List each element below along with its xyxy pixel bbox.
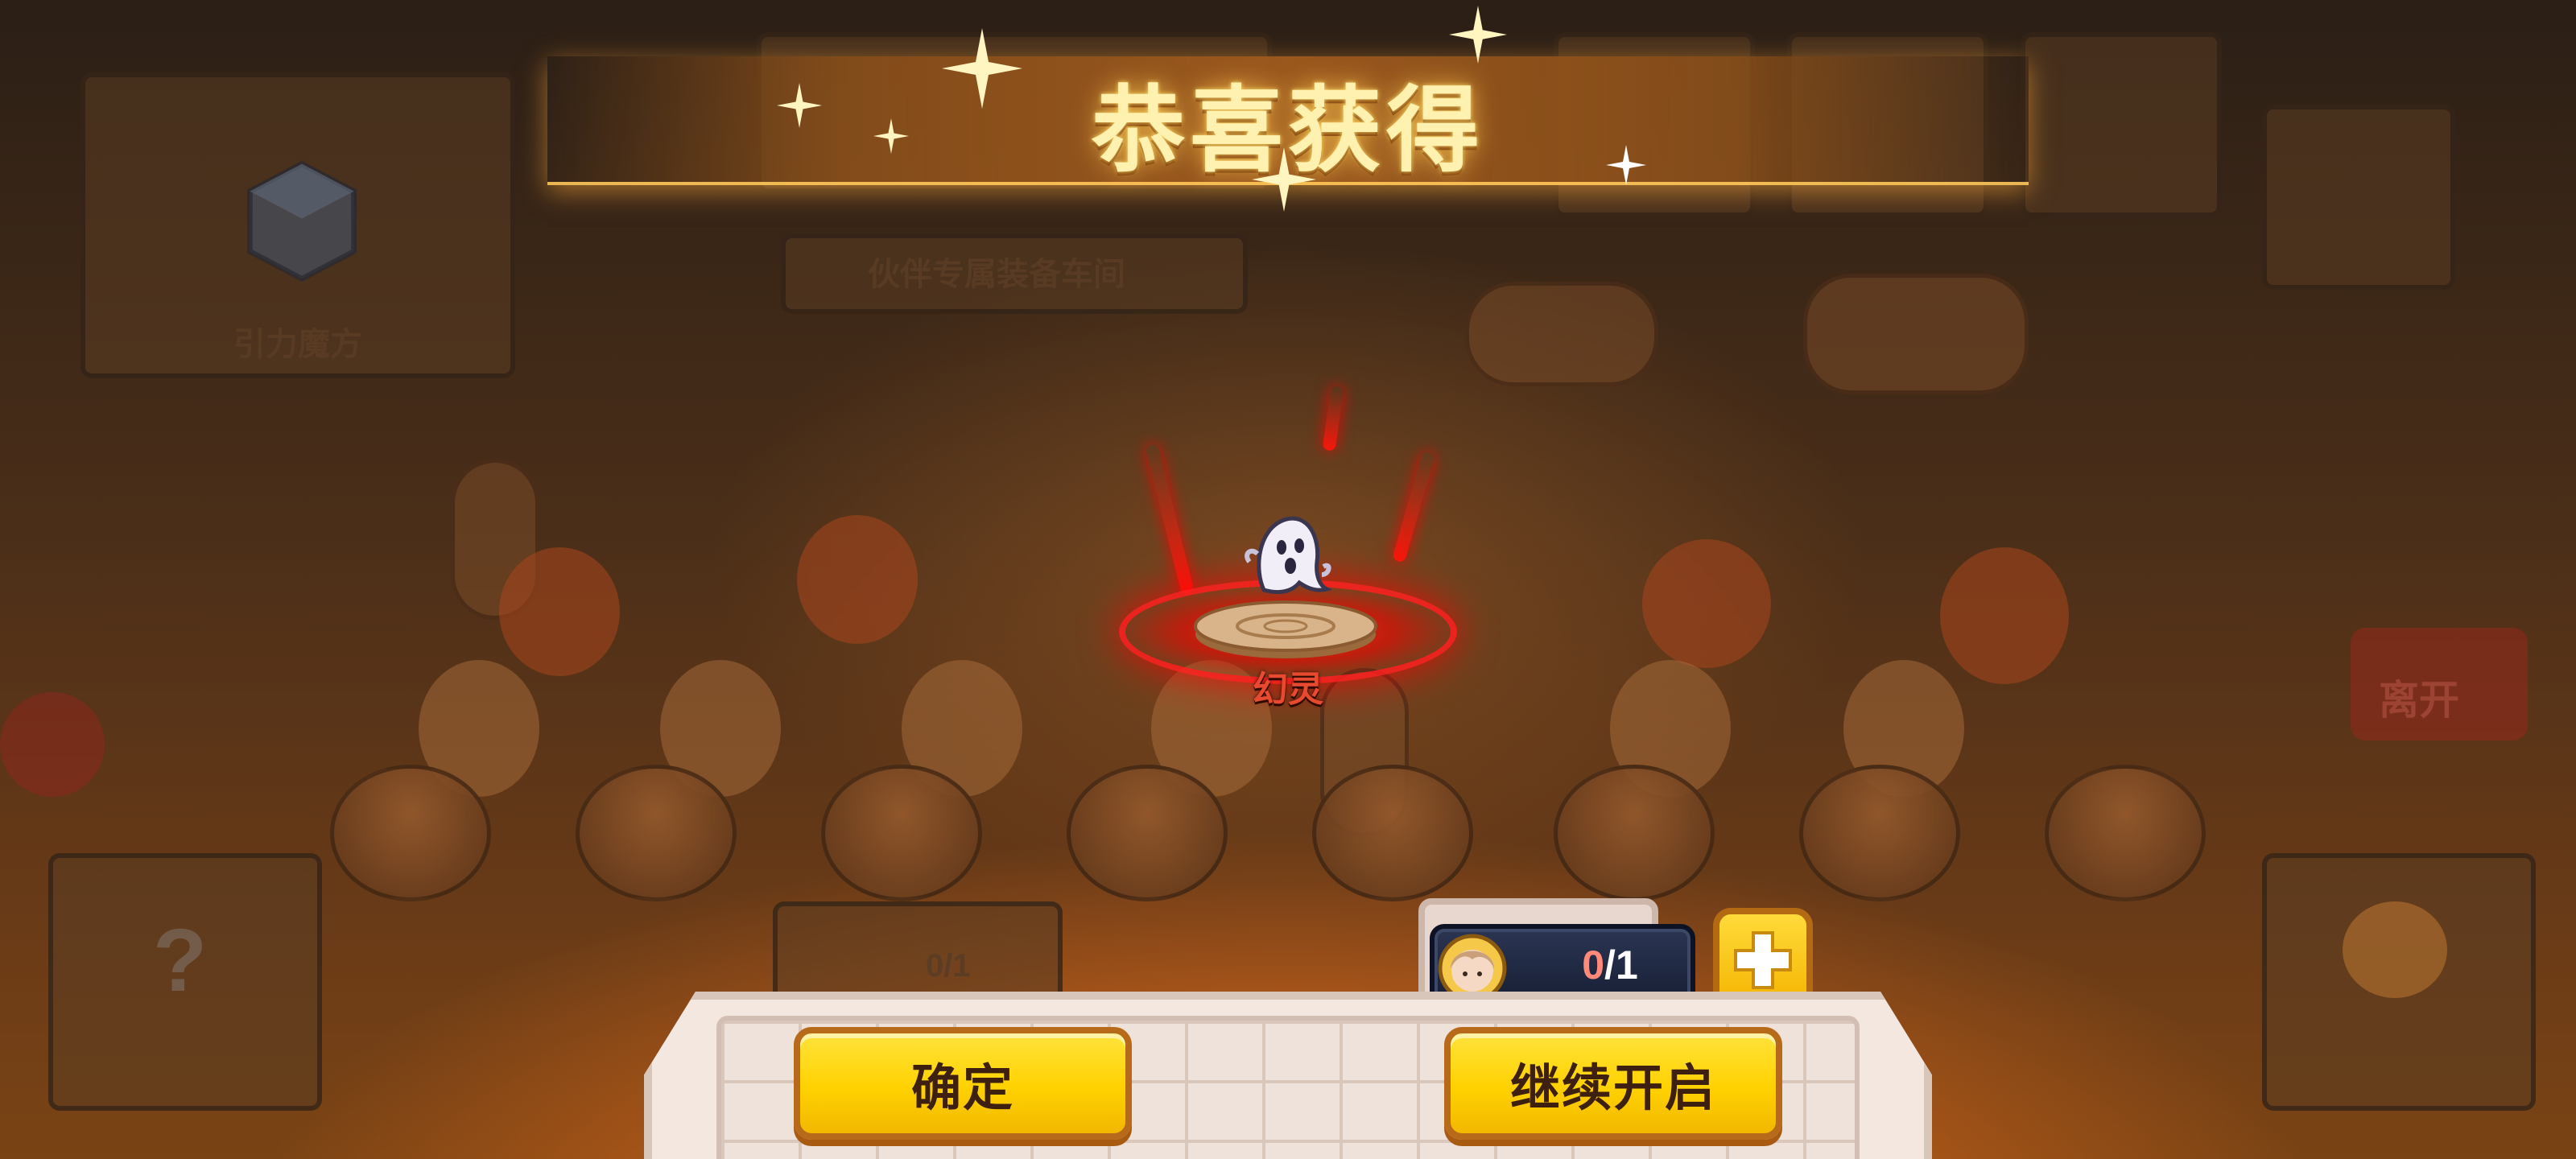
bg-pipe-left (1465, 282, 1658, 386)
key-count: 0/1 (1530, 942, 1690, 988)
bg-cube-icon (247, 160, 357, 283)
sparkle-icon (777, 83, 822, 128)
confirm-button[interactable]: 确定 (794, 1027, 1132, 1140)
reward-name: 幻灵 (1253, 669, 1323, 710)
ghost-pet-icon (1245, 516, 1333, 595)
sparkle-icon (942, 28, 1022, 109)
bg-capsule-5 (1312, 765, 1473, 901)
continue-open-button[interactable]: 继续开启 (1444, 1027, 1782, 1140)
bg-creature-1 (499, 547, 620, 676)
bg-chat-icon (2343, 901, 2447, 998)
bg-capsule-7 (1799, 765, 1960, 901)
pedestal-icon (1194, 600, 1377, 658)
bg-capsule-1 (330, 765, 491, 901)
key-count-have: 0 (1582, 942, 1605, 988)
bg-creature-4 (1940, 547, 2069, 684)
sparkle-icon (1449, 6, 1507, 64)
sparkle-icon (1606, 145, 1646, 185)
sparkle-icon (873, 118, 909, 154)
bg-slot-count: 0/1 (926, 948, 971, 984)
bg-creature-2 (797, 515, 918, 644)
sparkle-icon (1252, 147, 1316, 212)
bg-slot-3 (2021, 32, 2222, 217)
bg-help-icon: ? (153, 911, 208, 1010)
bg-capsule-4 (1067, 765, 1228, 901)
bg-gravity-label: 引力魔方 (233, 327, 362, 362)
plus-icon[interactable] (1731, 928, 1795, 992)
bg-creature-3 (1642, 539, 1771, 668)
bg-capsule-3 (821, 765, 982, 901)
key-count-total: /1 (1604, 942, 1638, 988)
bg-red-orb (0, 692, 105, 797)
bg-capsule-8 (2045, 765, 2206, 901)
bg-heart-box (2262, 105, 2455, 290)
bg-bottom-slot (773, 901, 1063, 1006)
bg-capsule-6 (1554, 765, 1715, 901)
bg-leave-label: 离开 (2379, 678, 2459, 723)
bg-pipe-right (1803, 274, 2029, 394)
bg-workshop-label: 伙伴专属装备车间 (868, 257, 1125, 292)
bg-capsule-2 (576, 765, 737, 901)
